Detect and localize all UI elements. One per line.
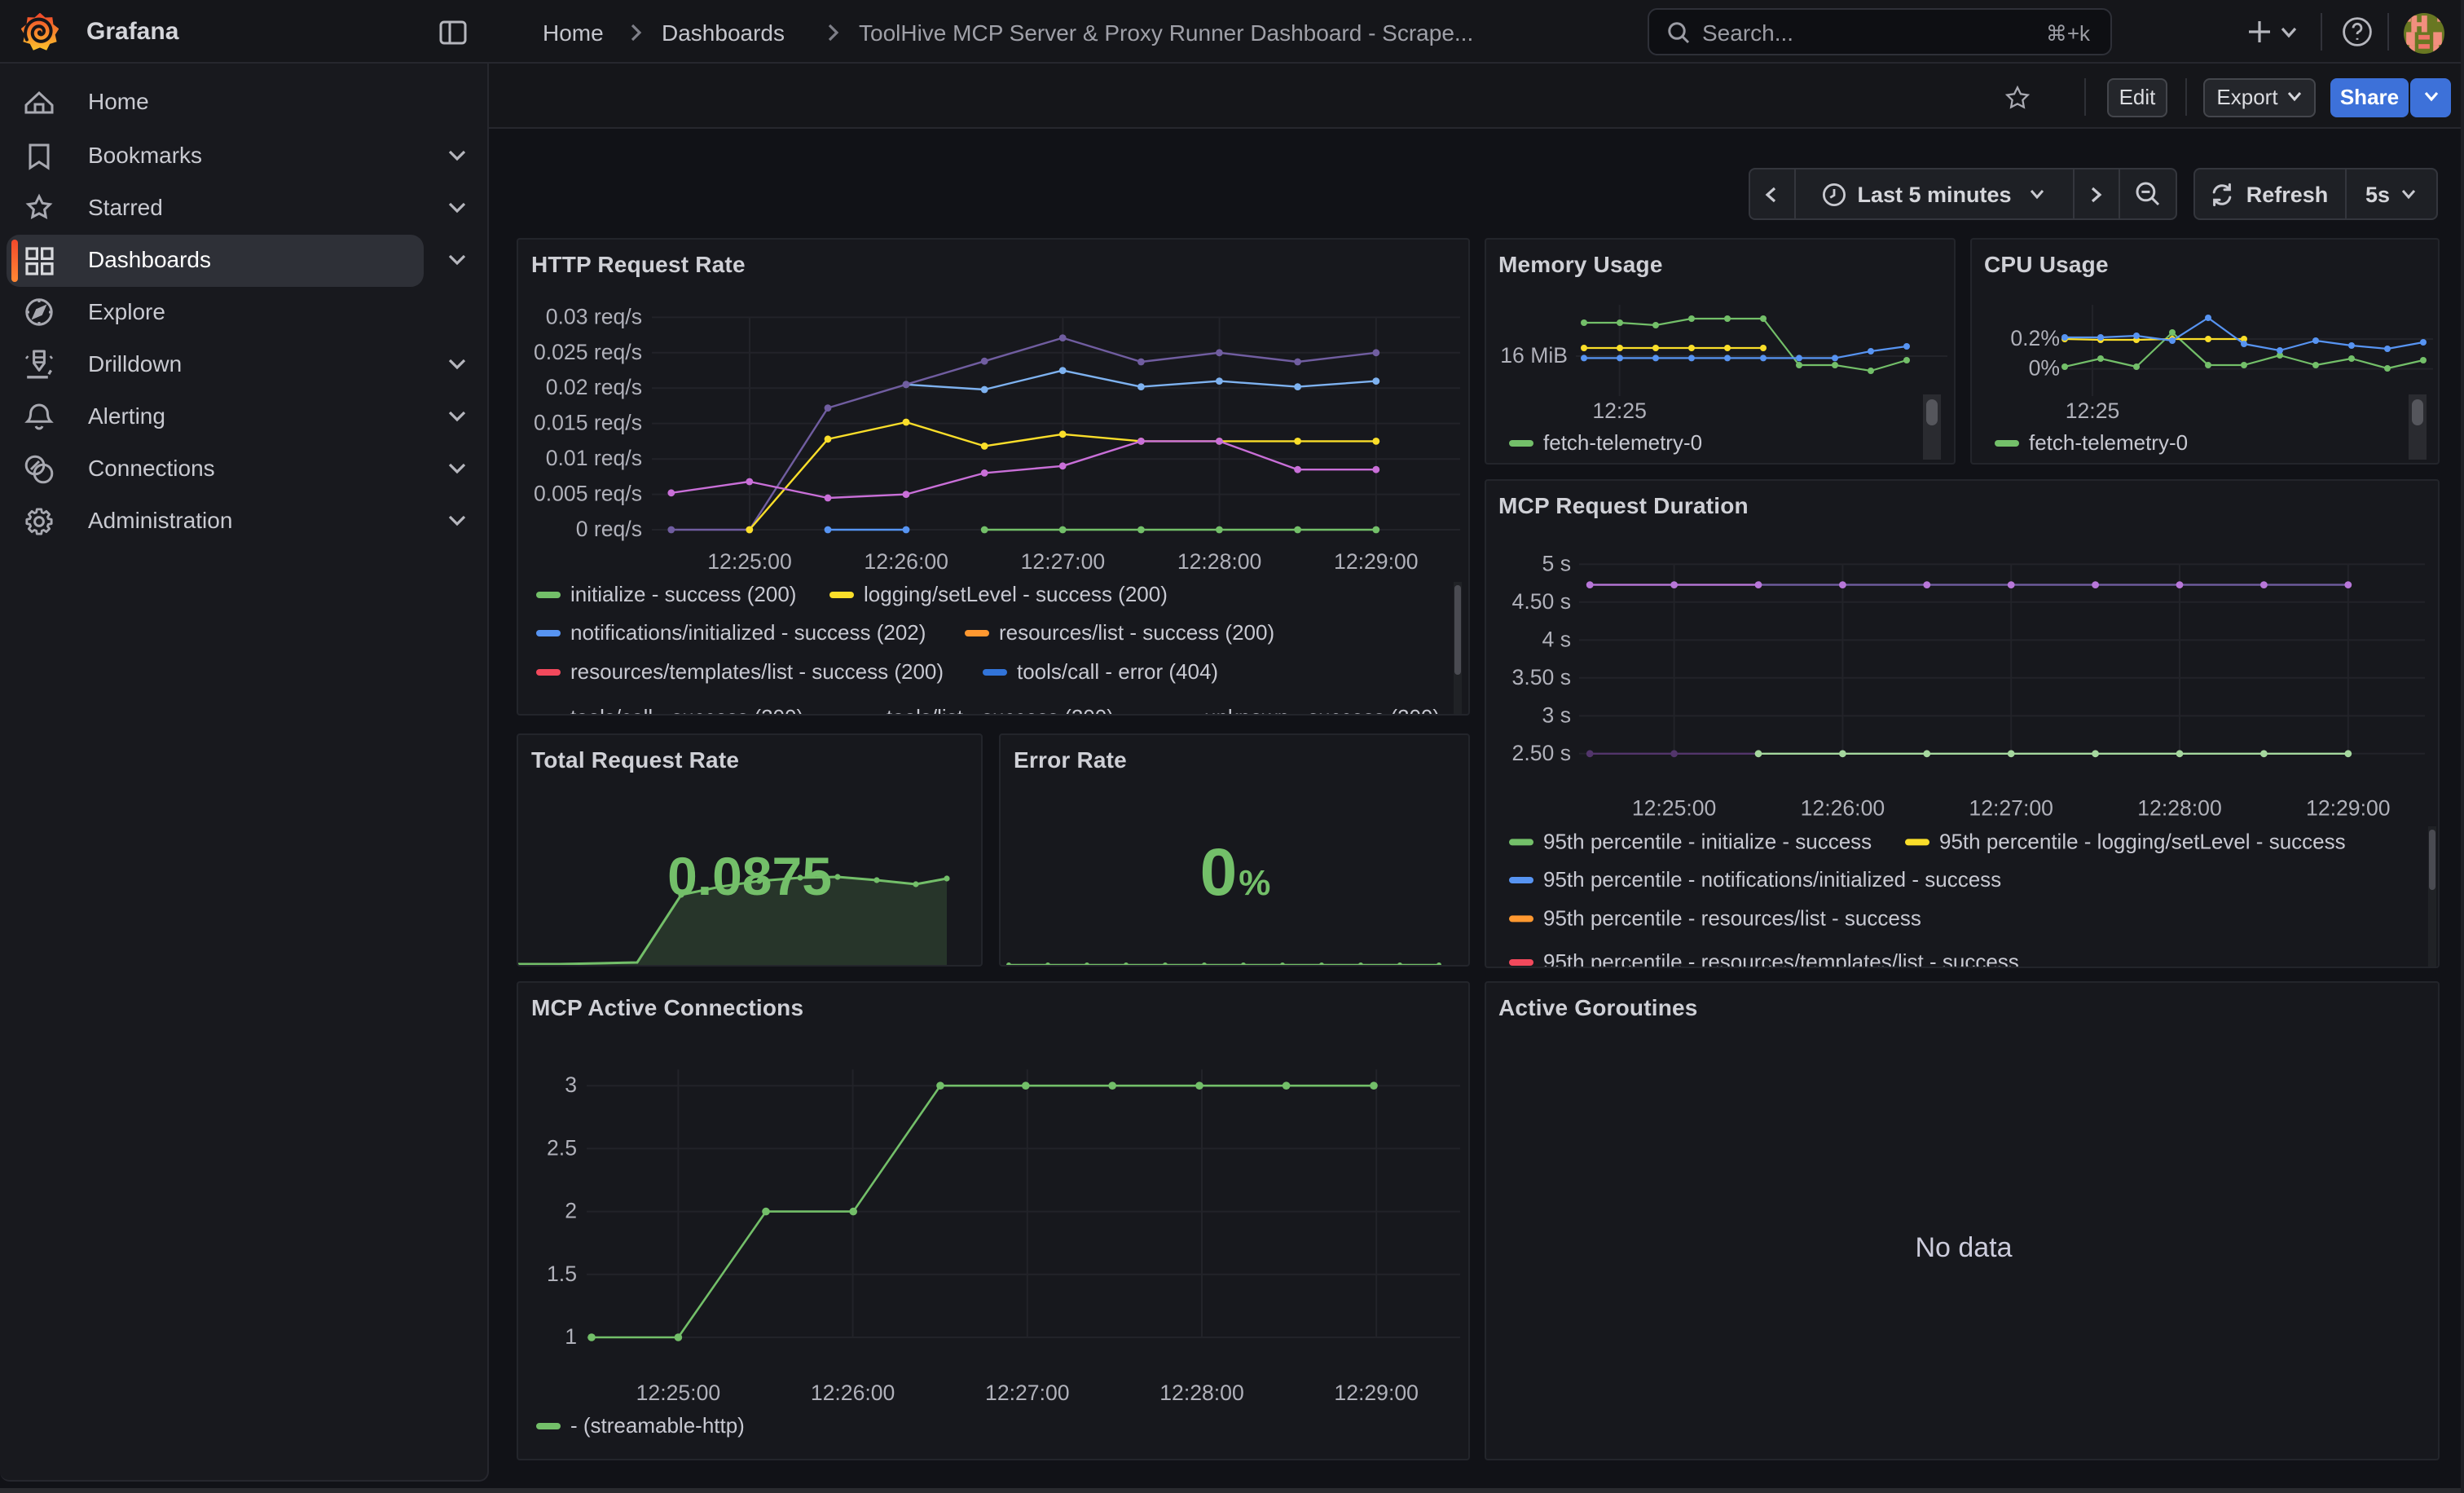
svg-text:0.03 req/s: 0.03 req/s — [546, 303, 642, 328]
svg-text:2.5: 2.5 — [547, 1135, 577, 1160]
svg-text:tools/call - success (200): tools/call - success (200) — [570, 704, 803, 715]
svg-text:12:27:00: 12:27:00 — [1968, 796, 2053, 821]
svg-text:12:27:00: 12:27:00 — [1021, 548, 1106, 573]
svg-text:12:25:00: 12:25:00 — [1631, 796, 1716, 821]
svg-text:0.005 req/s: 0.005 req/s — [534, 481, 642, 505]
svg-text:16 MiB: 16 MiB — [1499, 342, 1567, 367]
svg-text:fetch-telemetry-0: fetch-telemetry-0 — [1542, 429, 1701, 454]
svg-text:fetch-telemetry-0: fetch-telemetry-0 — [2028, 429, 2187, 454]
svg-text:unknown - success (200): unknown - success (200) — [1204, 704, 1440, 715]
svg-text:0.015 req/s: 0.015 req/s — [534, 410, 642, 434]
svg-text:resources/list - success (200): resources/list - success (200) — [999, 619, 1274, 644]
svg-text:12:25:00: 12:25:00 — [707, 548, 792, 573]
svg-text:- (streamable-http): - (streamable-http) — [570, 1413, 745, 1438]
svg-text:12:29:00: 12:29:00 — [2305, 796, 2390, 821]
svg-text:12:29:00: 12:29:00 — [1334, 1381, 1419, 1405]
svg-text:4 s: 4 s — [1542, 627, 1570, 651]
svg-text:0.025 req/s: 0.025 req/s — [534, 339, 642, 363]
svg-text:95th percentile - logging/setL: 95th percentile - logging/setLevel - suc… — [1938, 829, 2345, 853]
svg-text:tools/call - error (404): tools/call - error (404) — [1017, 658, 1218, 683]
svg-text:3 s: 3 s — [1542, 702, 1570, 727]
svg-text:12:28:00: 12:28:00 — [1177, 548, 1262, 573]
svg-text:12:29:00: 12:29:00 — [1334, 548, 1419, 573]
svg-text:0%: 0% — [2028, 355, 2059, 380]
svg-text:2.50 s: 2.50 s — [1511, 741, 1570, 765]
svg-text:12:26:00: 12:26:00 — [811, 1381, 895, 1405]
svg-text:3: 3 — [565, 1072, 577, 1097]
svg-text:12:25:00: 12:25:00 — [636, 1381, 721, 1405]
svg-text:resources/templates/list - suc: resources/templates/list - success (200) — [570, 658, 944, 683]
svg-text:0.0875: 0.0875 — [667, 845, 832, 905]
svg-text:1.5: 1.5 — [547, 1262, 577, 1286]
svg-text:12:25: 12:25 — [1591, 398, 1646, 422]
svg-text:2: 2 — [565, 1199, 577, 1223]
svg-text:0.01 req/s: 0.01 req/s — [546, 445, 642, 469]
svg-text:3.50 s: 3.50 s — [1511, 665, 1570, 689]
svg-text:logging/setLevel - success (20: logging/setLevel - success (200) — [864, 581, 1168, 606]
svg-text:notifications/initialized - su: notifications/initialized - success (202… — [570, 619, 926, 644]
svg-text:initialize - success (200): initialize - success (200) — [570, 581, 796, 606]
svg-text:12:26:00: 12:26:00 — [864, 548, 948, 573]
svg-text:0%: 0% — [1200, 835, 1271, 909]
svg-text:1: 1 — [565, 1324, 577, 1349]
svg-text:0.2%: 0.2% — [2009, 325, 2059, 350]
svg-text:95th percentile - resources/li: 95th percentile - resources/list - succe… — [1542, 905, 1921, 930]
svg-text:12:28:00: 12:28:00 — [1159, 1381, 1244, 1405]
svg-text:No data: No data — [1914, 1232, 2011, 1263]
svg-text:95th percentile - initialize -: 95th percentile - initialize - success — [1542, 829, 1871, 853]
svg-text:tools/list - success (200): tools/list - success (200) — [887, 704, 1114, 715]
svg-text:5 s: 5 s — [1542, 551, 1570, 575]
svg-text:95th percentile - resources/te: 95th percentile - resources/templates/li… — [1542, 949, 2018, 967]
svg-text:12:28:00: 12:28:00 — [2136, 796, 2221, 821]
svg-text:95th percentile - notification: 95th percentile - notifications/initiali… — [1542, 867, 2000, 892]
svg-text:0.02 req/s: 0.02 req/s — [546, 374, 642, 399]
svg-text:4.50 s: 4.50 s — [1511, 589, 1570, 614]
svg-text:0 req/s: 0 req/s — [576, 516, 642, 540]
svg-text:12:26:00: 12:26:00 — [1800, 796, 1885, 821]
svg-text:12:27:00: 12:27:00 — [985, 1381, 1070, 1405]
svg-text:12:25: 12:25 — [2065, 398, 2119, 422]
